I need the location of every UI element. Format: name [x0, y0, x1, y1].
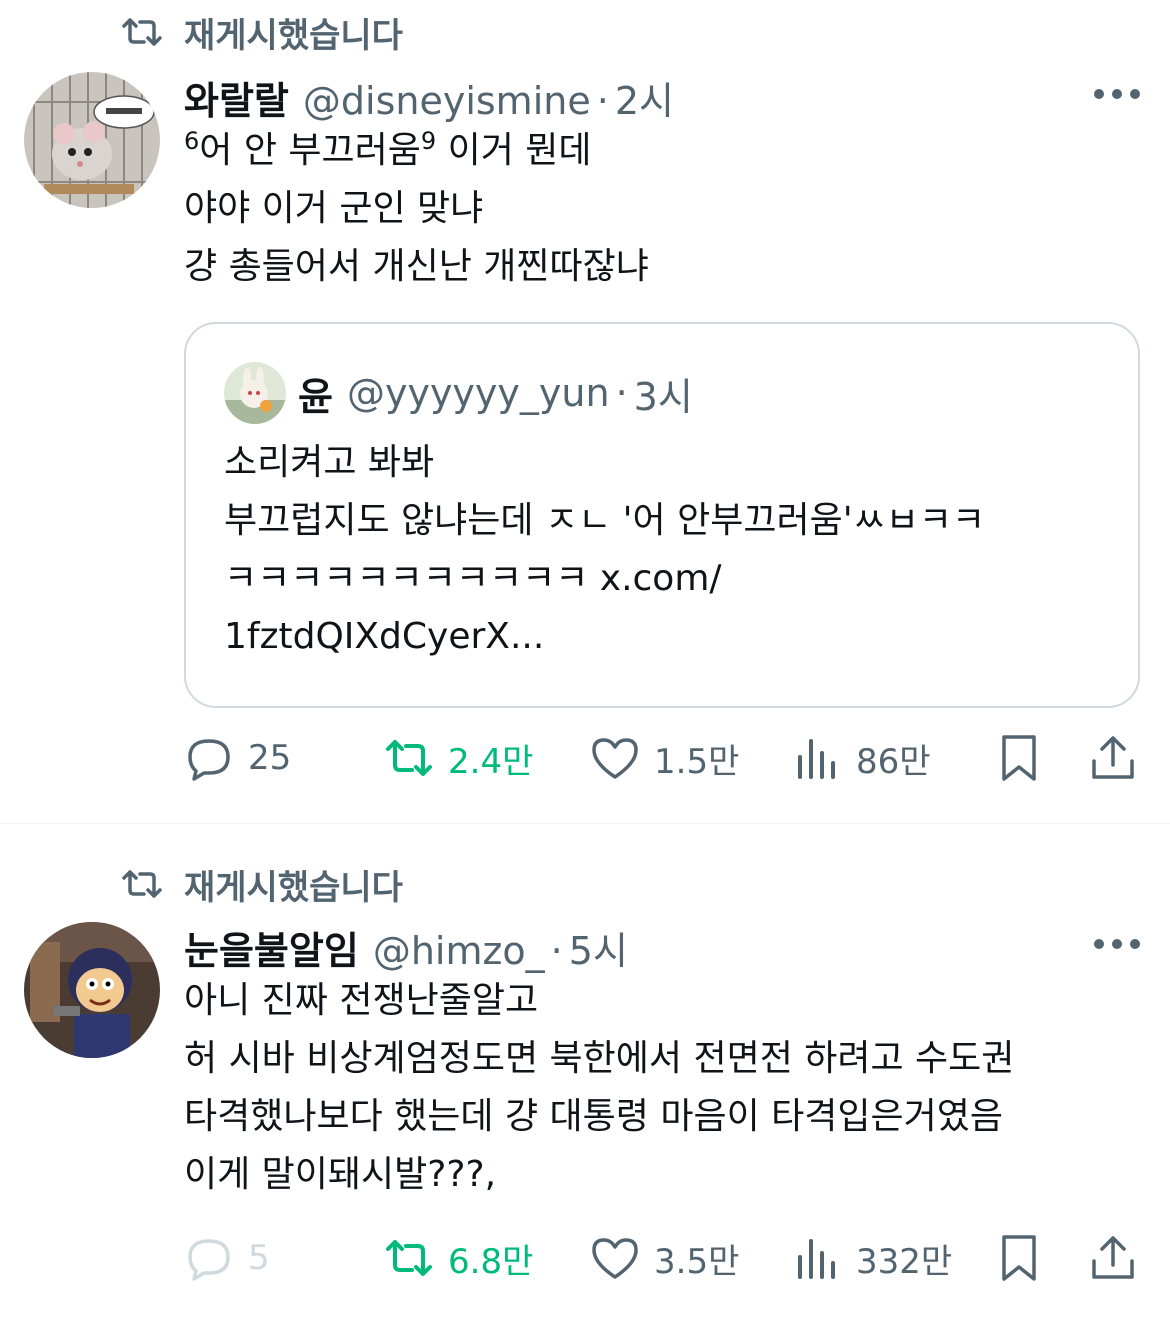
action-bar: 5 6.8만 3.5만 332만 [184, 1228, 1140, 1288]
quote-author-handle[interactable]: @yyyyyy_yun [347, 371, 610, 415]
timestamp[interactable]: 2시 [615, 70, 674, 125]
repost-button[interactable]: 6.8만 [384, 1228, 533, 1288]
quote-avatar[interactable] [224, 362, 286, 424]
quoted-tweet[interactable]: 윤 @yyyyyy_yun · 3시 소리켜고 봐봐 부끄럽지도 않냐는데 ㅈㄴ… [184, 322, 1140, 708]
quote-timestamp[interactable]: 3시 [634, 366, 693, 421]
author-name[interactable]: 눈을불알임 [184, 920, 359, 975]
bookmark-icon [1002, 735, 1036, 781]
bookmark-icon [1002, 1235, 1036, 1281]
avatar[interactable] [24, 922, 160, 1058]
author-handle[interactable]: @disneyismine [303, 79, 591, 123]
share-button[interactable] [1088, 728, 1152, 788]
reply-count: 5 [248, 1238, 270, 1278]
view-count: 332만 [856, 1241, 953, 1282]
reply-button[interactable]: 5 [184, 1228, 270, 1288]
more-icon[interactable] [1094, 938, 1140, 950]
quote-text: 소리켜고 봐봐 부끄럽지도 않냐는데 ㅈㄴ '어 안부끄러움'ㅆㅂㅋㅋ ㅋㅋㅋㅋ… [224, 442, 986, 657]
share-icon [1092, 1236, 1134, 1279]
repost-count: 2.4만 [448, 741, 534, 782]
like-icon [592, 1238, 638, 1279]
reply-icon [188, 739, 230, 781]
reply-count: 25 [248, 738, 292, 778]
author-handle[interactable]: @himzo_ [373, 929, 545, 973]
share-icon [1092, 736, 1134, 779]
bookmark-button[interactable] [994, 728, 1058, 788]
repost-label: 재게시했습니다 [184, 867, 403, 908]
like-button[interactable]: 1.5만 [590, 728, 739, 788]
repost-icon [122, 870, 162, 898]
repost-button[interactable]: 2.4만 [384, 728, 533, 788]
repost-indicator: 재게시했습니다 [120, 864, 403, 908]
views-icon [798, 739, 835, 779]
like-count: 1.5만 [654, 741, 740, 782]
author-name[interactable]: 와랄랄 [184, 70, 289, 125]
action-bar: 25 2.4만 1.5만 86만 [184, 728, 1140, 788]
like-button[interactable]: 3.5만 [590, 1228, 739, 1288]
like-icon [592, 738, 638, 779]
separator: · [615, 371, 628, 415]
tweet-2[interactable]: 재게시했습니다 눈을불알임 @himzo_ · 5시 아니 진짜 전쟁난줄알고 … [0, 824, 1170, 1330]
views-button[interactable]: 332만 [792, 1228, 952, 1288]
avatar[interactable] [24, 72, 160, 208]
tweet-text: 아니 진짜 전쟁난줄알고 허 시바 비상계엄정도면 북한에서 전면전 하려고 수… [184, 980, 1015, 1195]
tweet-text: 6어 안 부끄러움9 이거 뭔데 야야 이거 군인 맞냐 걍 총들어서 개신난 … [184, 127, 649, 287]
timestamp[interactable]: 5시 [569, 920, 628, 975]
more-icon[interactable] [1094, 88, 1140, 100]
separator: · [550, 929, 563, 973]
reply-button[interactable]: 25 [184, 728, 291, 788]
repost-icon [122, 18, 162, 46]
separator: · [596, 79, 609, 123]
like-count: 3.5만 [654, 1241, 740, 1282]
repost-icon [386, 1240, 432, 1276]
views-button[interactable]: 86만 [792, 728, 931, 788]
views-icon [798, 1239, 835, 1279]
tweet-1[interactable]: 재게시했습니다 와랄랄 @disneyismine · 2시 6어 안 부끄러움… [0, 0, 1170, 822]
share-button[interactable] [1088, 1228, 1152, 1288]
repost-count: 6.8만 [448, 1241, 534, 1282]
bookmark-button[interactable] [994, 1228, 1058, 1288]
view-count: 86만 [856, 741, 931, 782]
repost-label: 재게시했습니다 [184, 15, 403, 56]
repost-indicator: 재게시했습니다 [120, 12, 403, 56]
reply-icon [188, 1239, 230, 1281]
quote-author-name[interactable]: 윤 [298, 366, 333, 421]
repost-icon [386, 740, 432, 776]
